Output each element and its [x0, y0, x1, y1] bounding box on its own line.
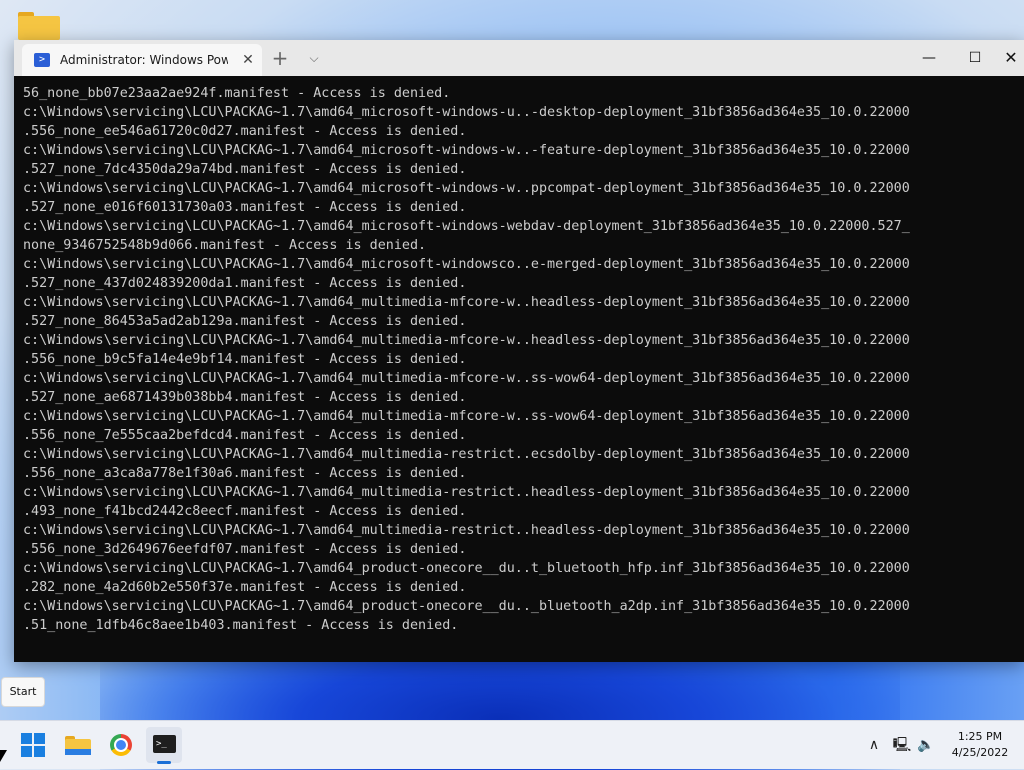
file-explorer-icon[interactable] [60, 727, 96, 763]
clock[interactable]: 1:25 PM 4/25/2022 [940, 729, 1020, 761]
start-tooltip: Start [1, 677, 45, 707]
desktop-folder-icon[interactable] [18, 12, 60, 40]
console-line: c:\Windows\servicing\LCU\PACKAG~1.7\amd6… [23, 143, 910, 158]
console-line: c:\Windows\servicing\LCU\PACKAG~1.7\amd6… [23, 295, 910, 310]
console-line: c:\Windows\servicing\LCU\PACKAG~1.7\amd6… [23, 219, 910, 234]
console-line: c:\Windows\servicing\LCU\PACKAG~1.7\amd6… [23, 371, 910, 386]
tray-chevron-icon[interactable]: ∧ [864, 721, 884, 769]
console-line: c:\Windows\servicing\LCU\PACKAG~1.7\amd6… [23, 523, 910, 538]
console-line: c:\Windows\servicing\LCU\PACKAG~1.7\amd6… [23, 181, 910, 196]
console-line: none_9346752548b9d066.manifest - Access … [23, 238, 427, 253]
start-button[interactable] [15, 727, 51, 763]
console-line: c:\Windows\servicing\LCU\PACKAG~1.7\amd6… [23, 599, 910, 614]
console-line: c:\Windows\servicing\LCU\PACKAG~1.7\amd6… [23, 257, 910, 272]
taskbar: >_ ∧ 🖳 🔈 1:25 PM 4/25/2022 [0, 720, 1024, 769]
console-line: c:\Windows\servicing\LCU\PACKAG~1.7\amd6… [23, 485, 910, 500]
mouse-cursor-icon [0, 750, 7, 762]
console-line: .556_none_a3ca8a778e1f30a6.manifest - Ac… [23, 466, 467, 481]
console-line: .527_none_ae6871439b038bb4.manifest - Ac… [23, 390, 467, 405]
console-line: c:\Windows\servicing\LCU\PACKAG~1.7\amd6… [23, 561, 910, 576]
chrome-icon[interactable] [103, 727, 139, 763]
minimize-button[interactable]: — [906, 40, 952, 76]
clock-time: 1:25 PM [957, 730, 1003, 743]
console-line: .493_none_f41bcd2442c8eecf.manifest - Ac… [23, 504, 467, 519]
console-line: .282_none_4a2d60b2e550f37e.manifest - Ac… [23, 580, 467, 595]
close-button[interactable]: ✕ [998, 40, 1024, 76]
active-indicator [157, 761, 171, 764]
tab-title: Administrator: Windows PowerShell [60, 53, 228, 67]
console-line: .51_none_1dfb46c8aee1b403.manifest - Acc… [23, 618, 459, 633]
network-icon[interactable]: 🖳 [892, 721, 912, 769]
console-line: .556_none_3d2649676eefdf07.manifest - Ac… [23, 542, 467, 557]
volume-icon[interactable]: 🔈 [916, 721, 936, 769]
tab-powershell[interactable]: > Administrator: Windows PowerShell ✕ [22, 44, 262, 76]
title-bar[interactable]: > Administrator: Windows PowerShell ✕ + … [14, 40, 1024, 76]
console-line: c:\Windows\servicing\LCU\PACKAG~1.7\amd6… [23, 409, 910, 424]
chevron-down-icon[interactable]: ⌵ [304, 48, 324, 68]
maximize-button[interactable]: ☐ [952, 40, 998, 76]
console-line: .556_none_7e555caa2befdcd4.manifest - Ac… [23, 428, 467, 443]
console-line: c:\Windows\servicing\LCU\PACKAG~1.7\amd6… [23, 333, 910, 348]
new-tab-button[interactable]: + [270, 48, 290, 68]
tab-close-icon[interactable]: ✕ [240, 52, 256, 68]
console-line: .527_none_437d024839200da1.manifest - Ac… [23, 276, 467, 291]
console-line: c:\Windows\servicing\LCU\PACKAG~1.7\amd6… [23, 105, 910, 120]
powershell-window[interactable]: > Administrator: Windows PowerShell ✕ + … [14, 40, 1024, 662]
console-line: .527_none_e016f60131730a03.manifest - Ac… [23, 200, 467, 215]
clock-date: 4/25/2022 [951, 746, 1009, 759]
powershell-icon: > [34, 53, 50, 67]
console-line: c:\Windows\servicing\LCU\PACKAG~1.7\amd6… [23, 447, 910, 462]
console-line: .527_none_7dc4350da29a74bd.manifest - Ac… [23, 162, 467, 177]
console-line: .556_none_b9c5fa14e4e9bf14.manifest - Ac… [23, 352, 467, 367]
console-line: 56_none_bb07e23aa2ae924f.manifest - Acce… [23, 86, 451, 101]
console-line: .556_none_ee546a61720c0d27.manifest - Ac… [23, 124, 467, 139]
terminal-icon[interactable]: >_ [146, 727, 182, 764]
console-line: .527_none_86453a5ad2ab129a.manifest - Ac… [23, 314, 467, 329]
console-output[interactable]: 56_none_bb07e23aa2ae924f.manifest - Acce… [14, 76, 1024, 662]
